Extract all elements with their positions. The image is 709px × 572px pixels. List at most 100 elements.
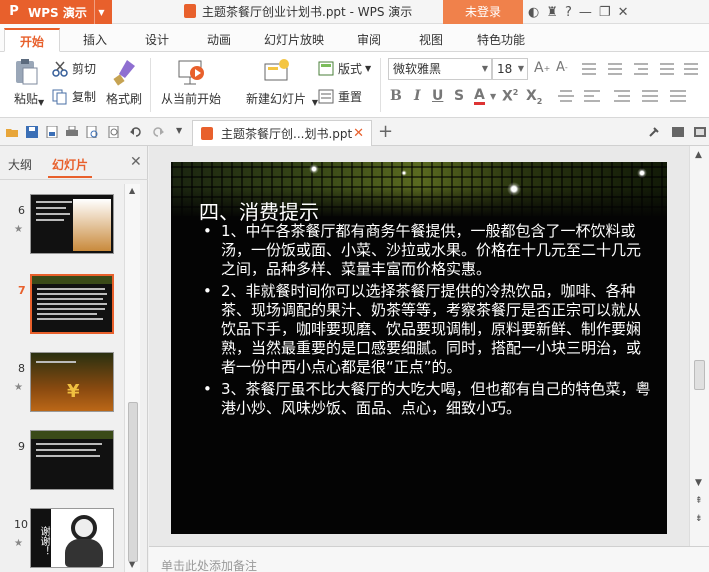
- wps-logo-icon: P: [9, 4, 19, 19]
- redo-icon[interactable]: [152, 126, 164, 138]
- slide-thumbnail-row[interactable]: 6 ★: [0, 190, 122, 256]
- sparkle-icon: [401, 170, 407, 176]
- scroll-down-icon[interactable]: ▼: [695, 478, 702, 488]
- cut-button[interactable]: 剪切: [52, 60, 96, 77]
- window-title: 主题茶餐厅创业计划书.ppt - WPS 演示: [184, 0, 412, 24]
- panel-tabs: 大纲 幻灯片 ✕: [0, 146, 148, 180]
- export-icon[interactable]: [46, 126, 58, 138]
- view-mode-icon[interactable]: [672, 126, 684, 138]
- italic-icon[interactable]: I: [414, 88, 421, 104]
- font-name-select[interactable]: 微软雅黑 ▼: [388, 58, 492, 80]
- slide-thumbnail[interactable]: [30, 430, 114, 490]
- previous-slide-icon[interactable]: ⇞: [695, 496, 703, 506]
- chevron-down-icon[interactable]: ▼: [94, 0, 108, 24]
- add-tab-icon[interactable]: +: [378, 121, 393, 142]
- new-slide-button[interactable]: 新建幻灯片 ▼: [238, 58, 318, 107]
- editor-scrollbar[interactable]: ▲ ▼ ⇞ ⇟: [689, 146, 709, 546]
- slides-scrollbar[interactable]: ▲ ▼: [124, 184, 140, 572]
- scroll-up-icon[interactable]: ▲: [695, 150, 702, 160]
- current-slide[interactable]: 四、消费提示 1、中午各茶餐厅都有商务午餐提供，一般都包含了一杯饮料或汤，一份饭…: [171, 162, 667, 534]
- underline-icon[interactable]: U: [432, 88, 443, 104]
- document-tab[interactable]: 主题茶餐厅创...划书.ppt ✕: [192, 120, 372, 146]
- slide-bullet-list[interactable]: 1、中午各茶餐厅都有商务午餐提供，一般都包含了一杯饮料或汤，一份饭或面、小菜、沙…: [199, 222, 651, 421]
- animation-star-icon: ★: [14, 224, 23, 235]
- skin-icon[interactable]: ◐: [528, 5, 539, 20]
- find-icon[interactable]: [108, 126, 120, 138]
- print-preview-icon[interactable]: [86, 126, 98, 138]
- close-icon[interactable]: ✕: [618, 5, 629, 20]
- scrollbar-thumb[interactable]: [128, 402, 138, 562]
- shadow-icon[interactable]: S: [454, 88, 464, 104]
- tab-view[interactable]: 视图: [406, 28, 456, 52]
- login-button[interactable]: 未登录: [443, 0, 523, 24]
- minimize-icon[interactable]: —: [579, 5, 592, 20]
- chevron-down-icon: ▼: [517, 64, 524, 73]
- fullscreen-icon[interactable]: [694, 126, 706, 138]
- slide-thumbnail-row[interactable]: 8 ★ ¥: [0, 348, 122, 414]
- notes-pane[interactable]: 单击此处添加备注: [149, 546, 709, 572]
- scroll-up-icon[interactable]: ▲: [129, 186, 135, 195]
- slide-thumbnail-row[interactable]: 7: [0, 270, 122, 336]
- slide-title[interactable]: 四、消费提示: [199, 196, 319, 225]
- animation-star-icon: ★: [14, 538, 23, 549]
- print-icon[interactable]: [66, 126, 78, 138]
- food-photo: [73, 199, 111, 251]
- tab-slideshow[interactable]: 幻灯片放映: [256, 28, 332, 52]
- restore-icon[interactable]: ❐: [599, 5, 611, 20]
- undo-icon[interactable]: [130, 126, 142, 138]
- open-folder-icon[interactable]: [6, 126, 18, 138]
- tab-slides[interactable]: 幻灯片: [52, 156, 88, 173]
- reset-button[interactable]: 重置: [318, 88, 362, 105]
- copy-icon: [52, 89, 67, 104]
- help-icon[interactable]: ?: [565, 5, 572, 20]
- slide-thumbnail-selected[interactable]: [30, 274, 114, 334]
- shirt-icon[interactable]: ♜: [546, 5, 558, 20]
- slide-thumbnail[interactable]: ¥: [30, 352, 114, 412]
- window-controls: ◐ ♜ ? — ❐ ✕: [528, 0, 628, 24]
- font-size-select[interactable]: 18 ▼: [492, 58, 528, 80]
- scrollbar-thumb[interactable]: [694, 360, 705, 390]
- tab-special-features[interactable]: 特色功能: [468, 28, 534, 52]
- chevron-down-icon[interactable]: ▼: [490, 92, 496, 101]
- decrease-font-icon[interactable]: A-: [556, 60, 568, 75]
- wps-app-menu-button[interactable]: P WPS 演示 ▼: [0, 0, 112, 24]
- scroll-down-icon[interactable]: ▼: [129, 560, 135, 569]
- sparkle-icon: [637, 168, 647, 178]
- slide-editor[interactable]: 四、消费提示 1、中午各茶餐厅都有商务午餐提供，一般都包含了一杯饮料或汤，一份饭…: [149, 146, 689, 546]
- superscript-icon[interactable]: X2: [502, 88, 518, 105]
- tab-design[interactable]: 设计: [132, 28, 182, 52]
- title-bar: P WPS 演示 ▼ 主题茶餐厅创业计划书.ppt - WPS 演示 未登录 ◐…: [0, 0, 709, 24]
- close-tab-icon[interactable]: ✕: [353, 126, 364, 141]
- format-painter-button[interactable]: 格式刷: [104, 58, 144, 107]
- font-color-icon[interactable]: A: [474, 88, 485, 105]
- layout-button[interactable]: 版式 ▼: [318, 60, 371, 77]
- tool-icon[interactable]: [648, 126, 660, 138]
- increase-font-icon[interactable]: A +: [534, 60, 550, 76]
- bullet-item: 3、茶餐厅虽不比大餐厅的大吃大喝，但也都有自己的特色菜，粤港小炒、风味炒饭、面品…: [199, 380, 651, 418]
- tab-animation[interactable]: 动画: [194, 28, 244, 52]
- slide-thumbnail[interactable]: 谢谢！: [30, 508, 114, 568]
- tab-home[interactable]: 开始: [4, 28, 60, 52]
- tab-review[interactable]: 审阅: [344, 28, 394, 52]
- play-from-current-button[interactable]: 从当前开始: [158, 58, 224, 107]
- reset-icon: [318, 89, 334, 103]
- slide-thumbnail[interactable]: [30, 194, 114, 254]
- paste-button[interactable]: 粘贴 ▼: [8, 58, 44, 107]
- format-painter-icon: [113, 60, 135, 86]
- tab-insert[interactable]: 插入: [70, 28, 120, 52]
- slide-thumbnail-row[interactable]: 10 ★ 谢谢！: [0, 504, 122, 570]
- scissors-icon: [52, 61, 68, 77]
- ppt-file-icon: [201, 127, 213, 140]
- bold-icon[interactable]: B: [390, 88, 402, 104]
- tab-outline[interactable]: 大纲: [8, 156, 32, 173]
- ribbon-toolbar: 粘贴 ▼ 剪切 复制 格式刷 从当前开始 新建幻灯片 ▼ 版式 ▼ 重置 微软雅黑 ▼ …: [0, 52, 709, 118]
- save-icon[interactable]: [26, 126, 38, 138]
- slide-thumbnail-row[interactable]: 9: [0, 426, 122, 492]
- chevron-down-icon[interactable]: ▼: [176, 126, 182, 135]
- copy-button[interactable]: 复制: [52, 88, 96, 105]
- slides-panel: 大纲 幻灯片 ✕ 6 ★ 7 8 ★ ¥ 9 10 ★ 谢谢！ ▲ ▼: [0, 146, 148, 572]
- close-panel-icon[interactable]: ✕: [130, 154, 142, 170]
- subscript-icon[interactable]: X2: [526, 88, 542, 106]
- next-slide-icon[interactable]: ⇟: [695, 514, 703, 524]
- menu-bar: 开始 插入 设计 动画 幻灯片放映 审阅 视图 特色功能: [0, 24, 709, 52]
